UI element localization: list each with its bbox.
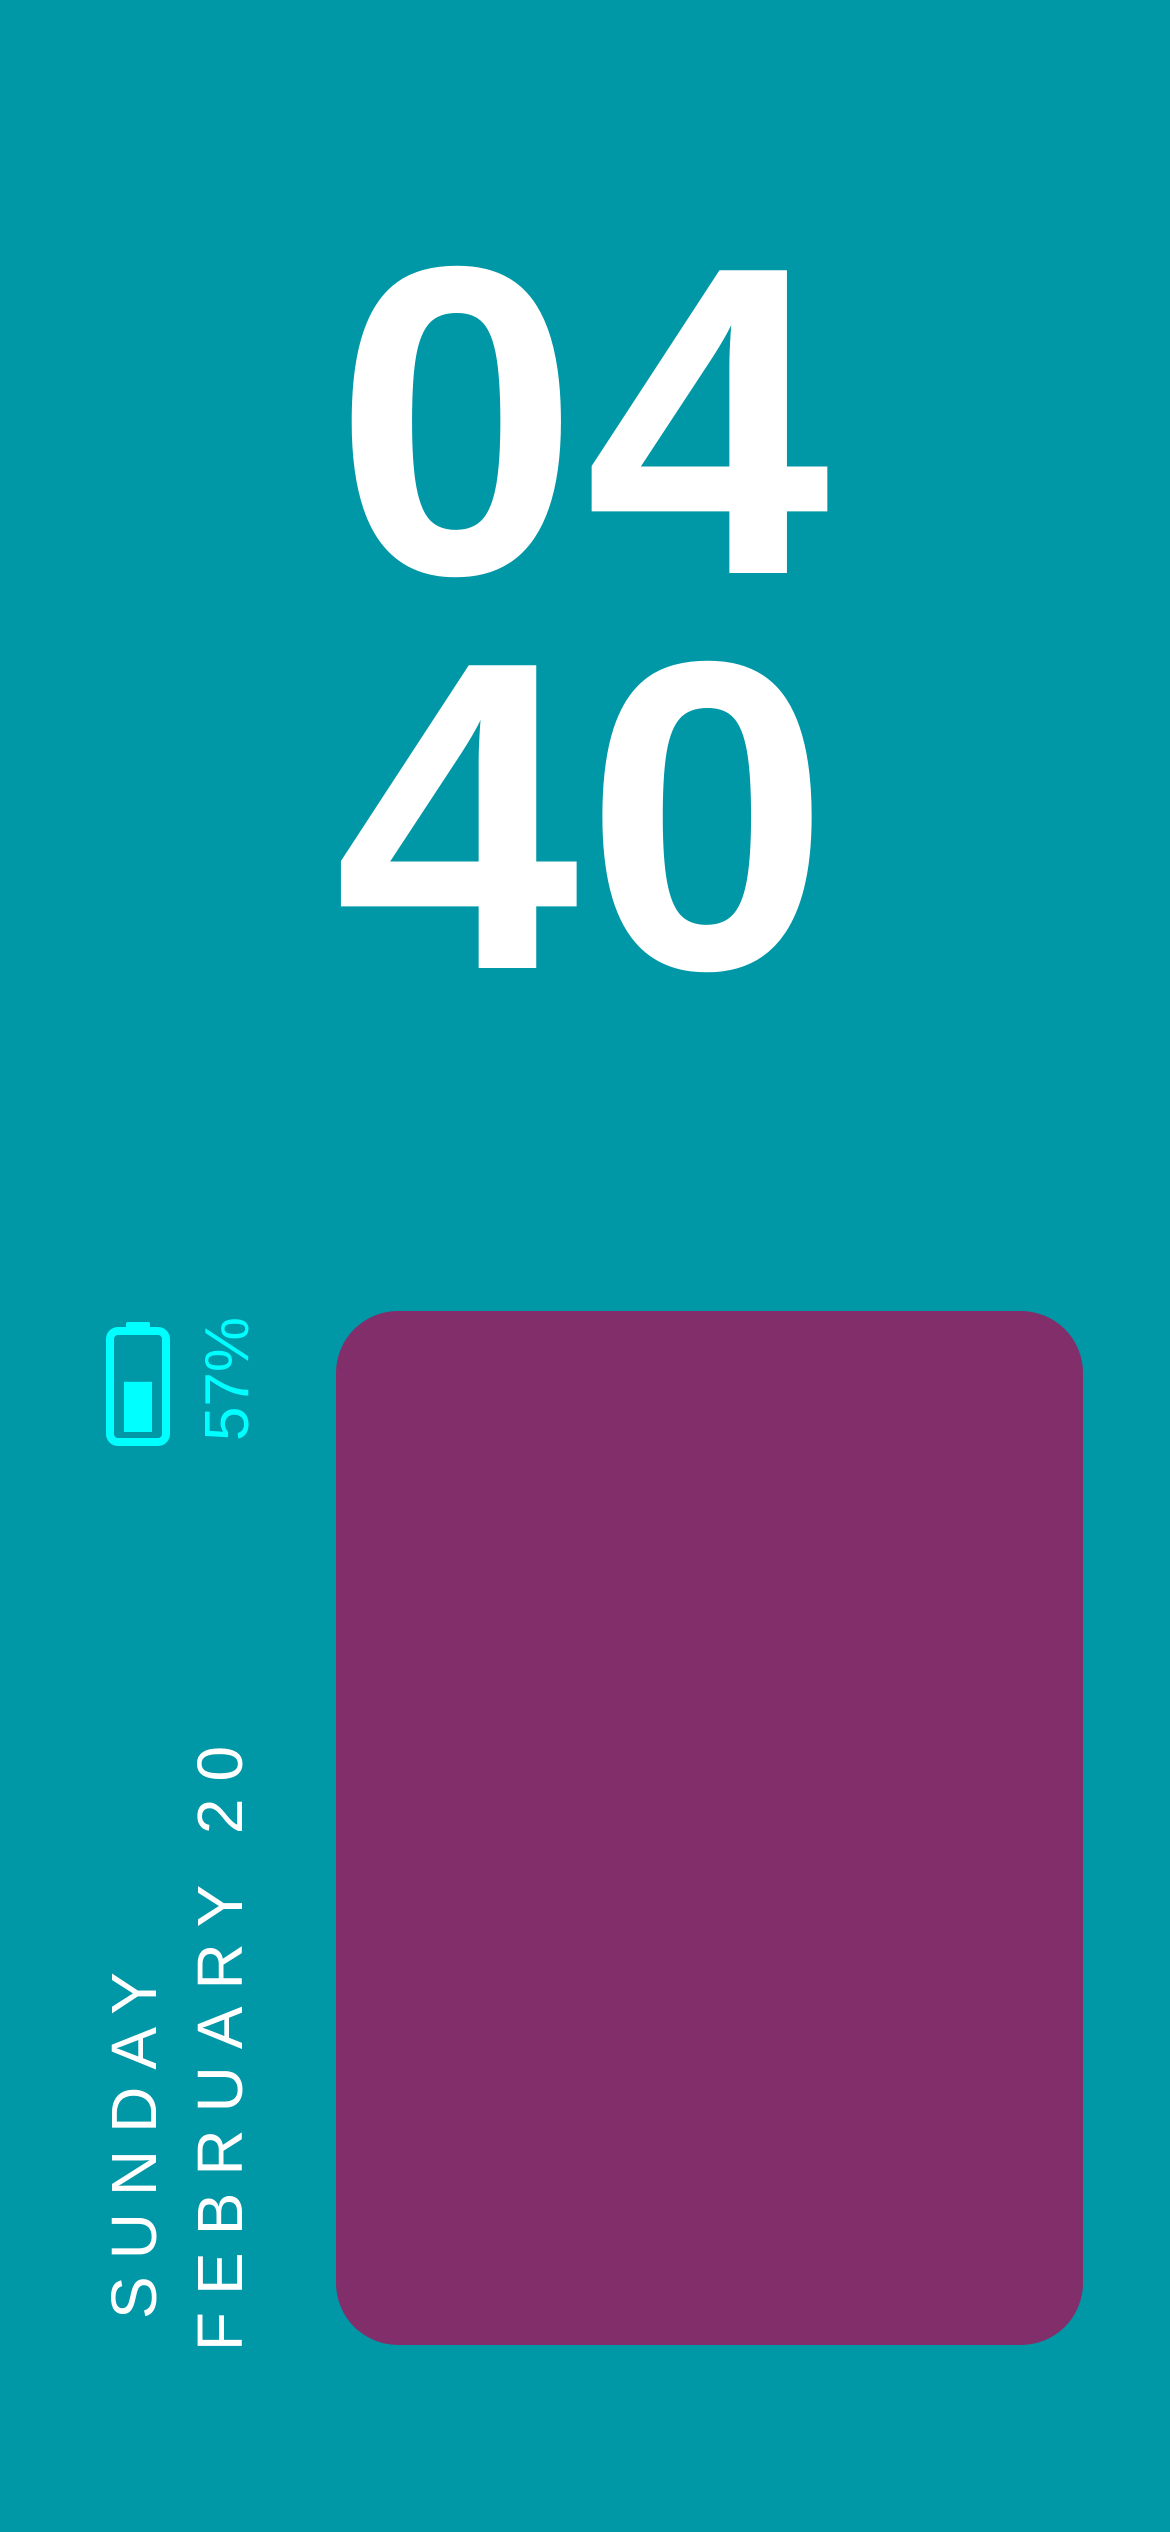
battery-fill [124,1381,152,1432]
date-month-day: FEBRUARY 20 [184,1728,256,2352]
battery-icon [106,1322,170,1446]
date-weekday: SUNDAY [98,1955,170,2319]
widget-card[interactable] [336,1311,1083,2345]
battery-icon-graphic [106,1322,170,1446]
clock-minutes: 40 [334,571,836,1062]
lock-screen: 04 40 57% SUNDAY FEBRUARY 20 [0,0,1170,2532]
battery-percent: 57% [193,1316,262,1442]
